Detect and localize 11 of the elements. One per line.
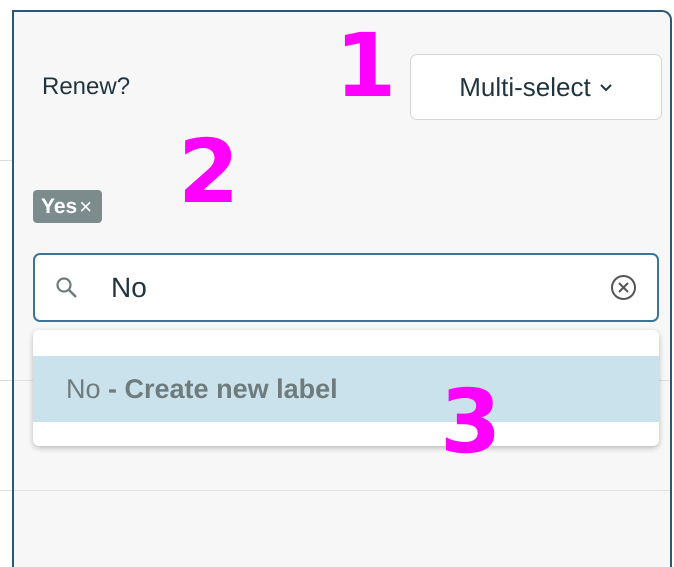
callout-number: 2: [178, 128, 240, 216]
tag-label: Yes: [41, 194, 78, 218]
search-input[interactable]: No: [109, 270, 610, 304]
chevron-down-icon: [598, 82, 613, 92]
clear-icon[interactable]: [610, 274, 637, 301]
multi-select-dropdown[interactable]: Multi-select: [410, 54, 662, 120]
search-icon: [55, 276, 79, 300]
field-label: Renew?: [42, 73, 130, 101]
callout-number: 1: [335, 22, 396, 110]
remove-tag-button[interactable]: ×: [79, 194, 92, 220]
search-field[interactable]: No: [33, 253, 659, 322]
